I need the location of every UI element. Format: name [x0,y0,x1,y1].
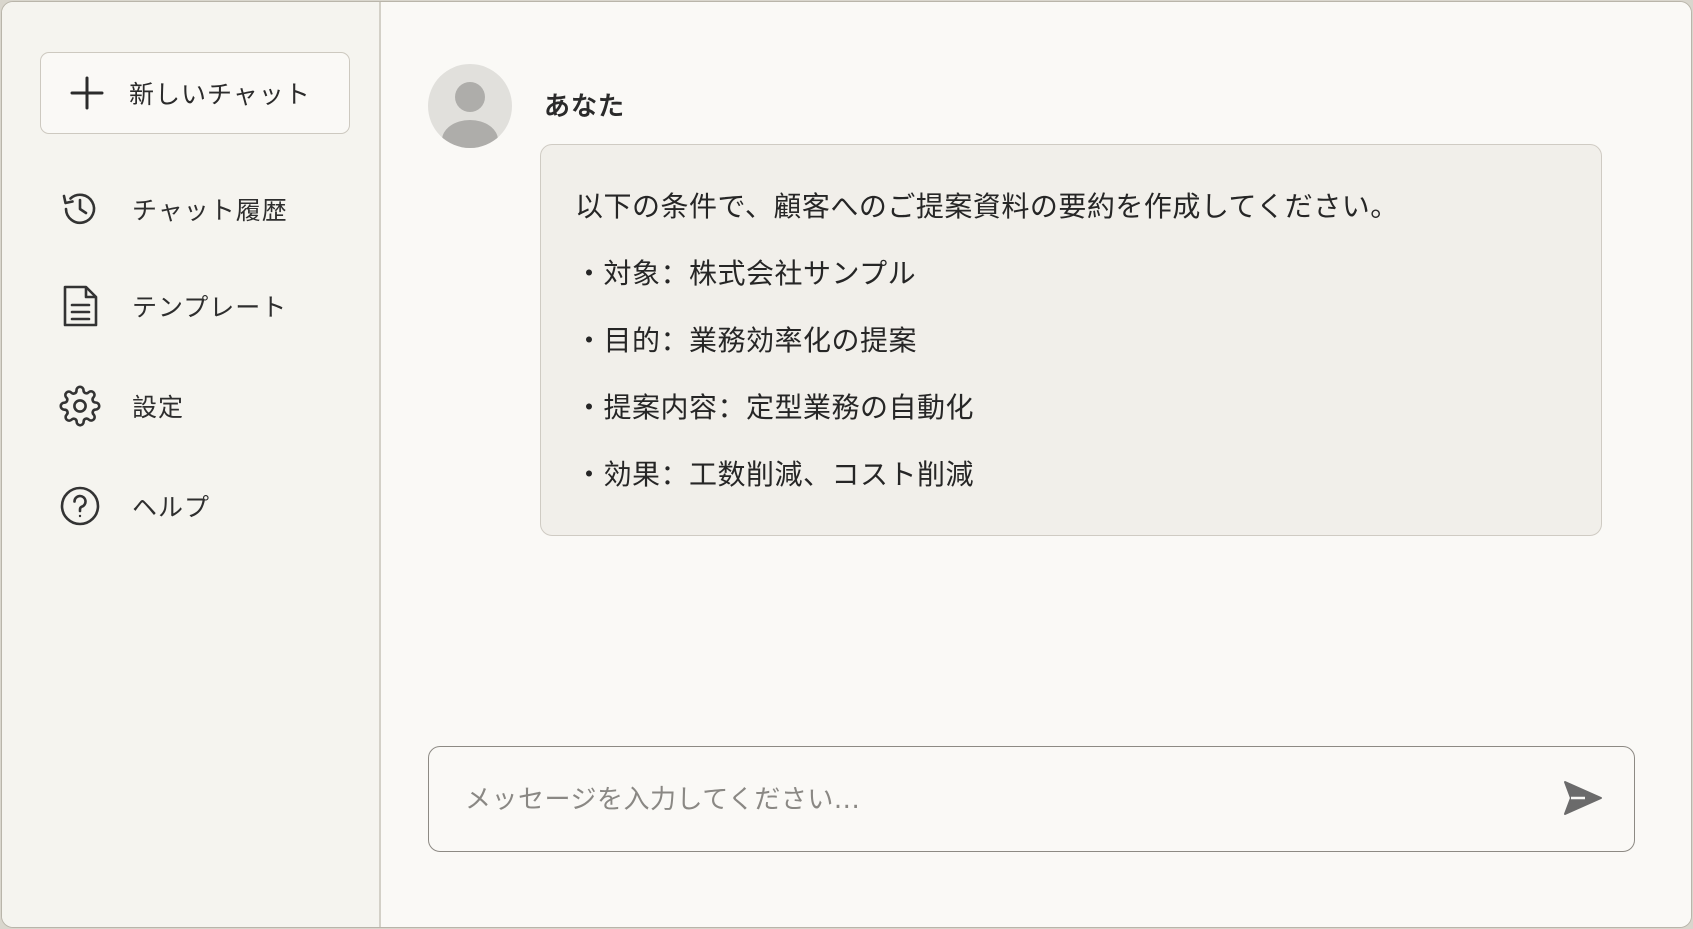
sidebar: 新しいチャット チャット履歴 テンプレート 設定 ヘルプ [2,2,381,927]
avatar-icon [428,64,512,148]
gear-icon [58,384,102,428]
plus-icon [67,73,107,113]
sidebar-item-label: ヘルプ [132,493,211,522]
message-author: あなた [544,92,626,122]
message-bullet: ・提案内容：定型業務の自動化 [575,391,975,424]
message-bullet: ・目的：業務効率化の提案 [575,324,918,357]
sidebar-item-help[interactable]: ヘルプ [58,476,348,536]
document-icon [58,284,102,328]
history-icon [58,187,102,231]
message-input[interactable] [463,773,1517,827]
send-button[interactable] [1560,777,1606,823]
help-icon [58,484,102,528]
sidebar-item-label: テンプレート [132,293,288,322]
sidebar-item-settings[interactable]: 設定 [58,376,348,436]
send-icon [1563,780,1603,820]
sidebar-item-label: チャット履歴 [132,196,288,225]
sidebar-item-label: 設定 [132,393,185,422]
message-intro: 以下の条件で、顧客へのご提案資料の要約を作成してください。 [575,190,1399,223]
user-message-bubble: 以下の条件で、顧客へのご提案資料の要約を作成してください。 ・対象：株式会社サン… [540,144,1602,536]
new-chat-label: 新しいチャット [129,80,311,109]
new-chat-button[interactable]: 新しいチャット [40,52,350,134]
message-bullet: ・対象：株式会社サンプル [575,257,917,290]
message-bullet: ・効果：工数削減、コスト削減 [575,458,975,491]
message-composer [428,746,1635,852]
sidebar-item-template[interactable]: テンプレート [58,276,348,336]
app-window: 新しいチャット チャット履歴 テンプレート 設定 ヘルプ あなた 以下の条件で、… [1,1,1692,928]
chat-main: あなた 以下の条件で、顧客へのご提案資料の要約を作成してください。 ・対象：株式… [381,2,1691,927]
sidebar-item-chat-history[interactable]: チャット履歴 [58,179,348,239]
